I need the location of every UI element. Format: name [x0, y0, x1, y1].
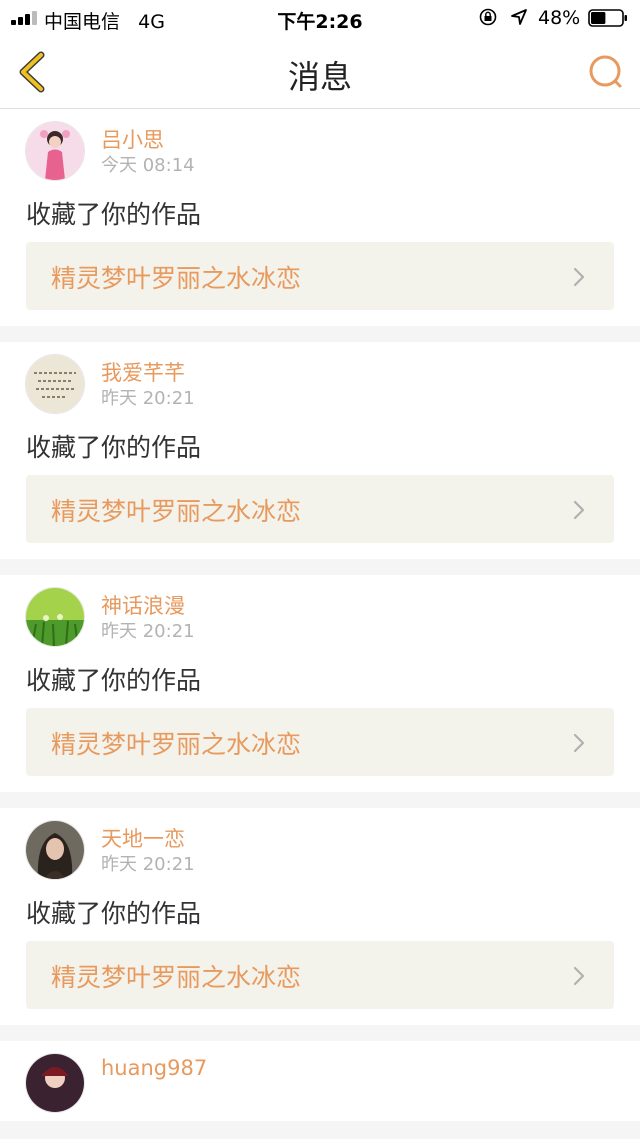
message-time: 昨天 20:21	[101, 388, 195, 409]
status-bar: 中国电信 4G 下午2:26 48%	[0, 0, 640, 36]
message-card: 神话浪漫 昨天 20:21 收藏了你的作品 精灵梦叶罗丽之水冰恋	[0, 575, 640, 792]
nav-bar: 消息	[0, 36, 640, 109]
work-link[interactable]: 精灵梦叶罗丽之水冰恋	[26, 941, 614, 1009]
message-time: 昨天 20:21	[101, 621, 195, 642]
avatar[interactable]	[25, 354, 85, 414]
location-arrow-icon	[511, 9, 527, 25]
message-text: 收藏了你的作品	[26, 433, 202, 462]
message-card: 吕小思 今天 08:14 收藏了你的作品 精灵梦叶罗丽之水冰恋	[0, 109, 640, 326]
work-title: 精灵梦叶罗丽之水冰恋	[51, 497, 302, 526]
chevron-right-icon	[573, 500, 585, 520]
message-list: 吕小思 今天 08:14 收藏了你的作品 精灵梦叶罗丽之水冰恋 我爱芊芊 昨天 …	[0, 109, 640, 1137]
message-time: 昨天 20:21	[101, 854, 195, 875]
avatar[interactable]	[25, 121, 85, 181]
search-button[interactable]	[586, 52, 626, 92]
avatar[interactable]	[25, 587, 85, 647]
user-name[interactable]: huang987	[101, 1056, 207, 1080]
chevron-right-icon	[573, 267, 585, 287]
chevron-right-icon	[573, 966, 585, 986]
message-card: 天地一恋 昨天 20:21 收藏了你的作品 精灵梦叶罗丽之水冰恋	[0, 808, 640, 1025]
message-text: 收藏了你的作品	[26, 666, 202, 695]
work-title: 精灵梦叶罗丽之水冰恋	[51, 963, 302, 992]
avatar[interactable]	[25, 820, 85, 880]
user-name[interactable]: 吕小思	[101, 124, 164, 154]
user-name[interactable]: 天地一恋	[101, 823, 185, 853]
message-text: 收藏了你的作品	[26, 200, 202, 229]
battery-percent: 48%	[538, 7, 581, 29]
avatar[interactable]	[25, 1053, 85, 1113]
message-card: huang987	[0, 1041, 640, 1121]
work-title: 精灵梦叶罗丽之水冰恋	[51, 730, 302, 759]
message-card: 我爱芊芊 昨天 20:21 收藏了你的作品 精灵梦叶罗丽之水冰恋	[0, 342, 640, 559]
work-link[interactable]: 精灵梦叶罗丽之水冰恋	[26, 475, 614, 543]
battery-icon	[588, 9, 627, 27]
page-title: 消息	[287, 58, 352, 96]
work-link[interactable]: 精灵梦叶罗丽之水冰恋	[26, 242, 614, 310]
message-text: 收藏了你的作品	[26, 899, 202, 928]
user-name[interactable]: 我爱芊芊	[101, 357, 185, 387]
work-title: 精灵梦叶罗丽之水冰恋	[51, 264, 302, 293]
work-link[interactable]: 精灵梦叶罗丽之水冰恋	[26, 708, 614, 776]
chevron-right-icon	[573, 733, 585, 753]
orientation-lock-icon	[479, 8, 497, 26]
user-name[interactable]: 神话浪漫	[101, 590, 185, 620]
message-time: 今天 08:14	[101, 155, 195, 176]
search-icon	[589, 55, 622, 88]
